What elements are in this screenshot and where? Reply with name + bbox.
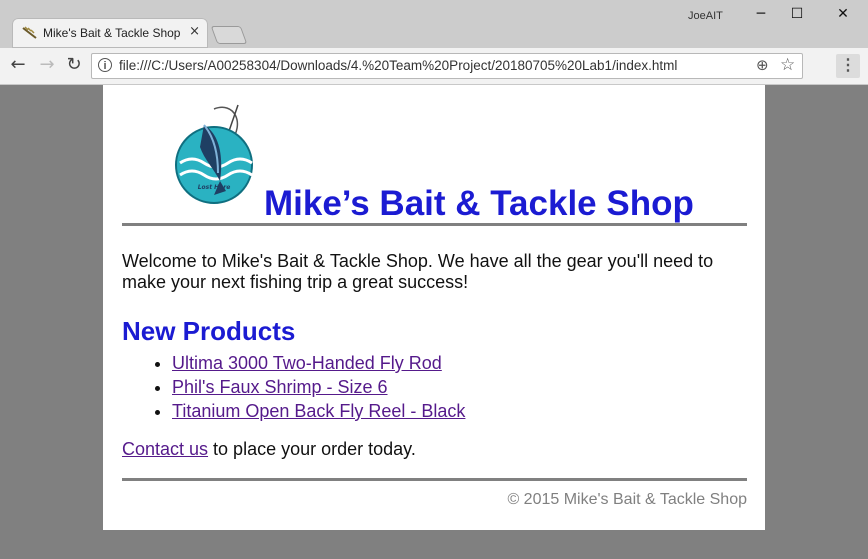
- address-bar[interactable]: i file:///C:/Users/A00258304/Downloads/4…: [91, 53, 803, 79]
- list-item: Ultima 3000 Two-Handed Fly Rod: [172, 351, 465, 375]
- tab-close-icon[interactable]: ×: [189, 24, 200, 39]
- bookmark-star-icon[interactable]: ☆: [780, 55, 795, 75]
- forward-button[interactable]: →: [36, 54, 58, 76]
- list-item: Titanium Open Back Fly Reel - Black: [172, 399, 465, 423]
- web-page: Lost Here Mike’s Bait & Tackle Shop Welc…: [103, 85, 765, 530]
- product-link-fly-rod[interactable]: Ultima 3000 Two-Handed Fly Rod: [172, 353, 442, 373]
- close-window-button[interactable]: ✕: [828, 6, 858, 24]
- header-divider: [122, 223, 747, 226]
- footer-divider: [122, 478, 747, 481]
- new-products-heading: New Products: [122, 316, 296, 346]
- contact-paragraph: Contact us to place your order today.: [122, 439, 416, 460]
- list-item: Phil's Faux Shrimp - Size 6: [172, 375, 465, 399]
- logo-caption: Lost Here: [198, 184, 231, 191]
- browser-tab[interactable]: Mike's Bait & Tackle Shop ×: [12, 18, 208, 48]
- minimize-button[interactable]: ─: [746, 6, 776, 24]
- tab-title: Mike's Bait & Tackle Shop: [43, 26, 181, 40]
- product-list: Ultima 3000 Two-Handed Fly Rod Phil's Fa…: [152, 351, 465, 423]
- maximize-button[interactable]: ☐: [782, 6, 812, 24]
- info-icon[interactable]: i: [98, 58, 112, 72]
- contact-text: to place your order today.: [208, 439, 416, 459]
- intro-paragraph: Welcome to Mike's Bait & Tackle Shop. We…: [122, 251, 714, 292]
- reload-button[interactable]: ↻: [63, 54, 85, 76]
- footer-copyright: © 2015 Mike's Bait & Tackle Shop: [507, 491, 747, 508]
- profile-name[interactable]: JoeAIT: [688, 10, 723, 22]
- zoom-icon[interactable]: ⊕: [756, 56, 769, 74]
- browser-toolbar: ← → ↻ i file:///C:/Users/A00258304/Downl…: [0, 48, 868, 85]
- contact-us-link[interactable]: Contact us: [122, 439, 208, 459]
- product-link-fly-reel[interactable]: Titanium Open Back Fly Reel - Black: [172, 401, 465, 421]
- url-text[interactable]: file:///C:/Users/A00258304/Downloads/4.%…: [119, 58, 677, 73]
- product-link-faux-shrimp[interactable]: Phil's Faux Shrimp - Size 6: [172, 377, 388, 397]
- title-bar: Mike's Bait & Tackle Shop × JoeAIT ─ ☐ ✕: [0, 0, 868, 48]
- new-tab-button[interactable]: [210, 26, 248, 44]
- fish-favicon-icon: [22, 26, 37, 39]
- fishing-logo-image: Lost Here: [175, 104, 253, 204]
- back-button[interactable]: ←: [7, 54, 29, 76]
- page-title: Mike’s Bait & Tackle Shop: [264, 184, 694, 223]
- browser-menu-button[interactable]: ⋮: [836, 54, 860, 78]
